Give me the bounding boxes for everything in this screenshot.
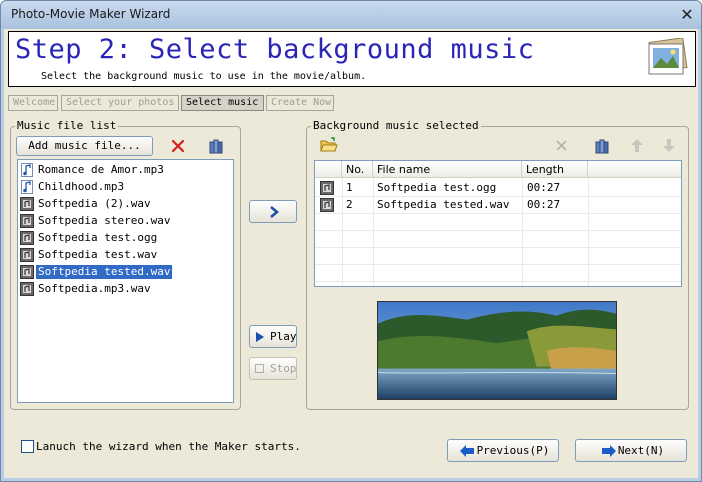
list-item[interactable]: Romance de Amor.mp3 bbox=[20, 162, 166, 178]
audio-file-icon bbox=[20, 265, 34, 279]
page-title: Step 2: Select background music bbox=[15, 34, 535, 65]
arrow-right-icon bbox=[270, 206, 279, 218]
music-file-list-label: Music file list bbox=[15, 119, 119, 132]
red-x-icon[interactable] bbox=[171, 139, 185, 153]
music-file-list[interactable]: Romance de Amor.mp3 Childhood.mp3 Softpedi… bbox=[17, 159, 234, 403]
close-icon[interactable]: ✕ bbox=[677, 5, 697, 25]
column-header-filler bbox=[588, 161, 681, 178]
move-up-icon bbox=[631, 139, 643, 152]
audio-file-icon bbox=[320, 198, 334, 212]
audio-file-icon bbox=[20, 248, 34, 262]
grid-line bbox=[315, 247, 681, 248]
list-item[interactable]: Softpedia test.ogg bbox=[20, 230, 159, 246]
list-item[interactable]: Softpedia.mp3.wav bbox=[20, 281, 153, 297]
file-name: Childhood.mp3 bbox=[38, 180, 125, 193]
grid-line bbox=[315, 213, 681, 214]
file-name: Romance de Amor.mp3 bbox=[38, 163, 164, 176]
column-header-file-name[interactable]: File name bbox=[373, 161, 522, 178]
list-item[interactable]: Softpedia (2).wav bbox=[20, 196, 153, 212]
audio-file-icon bbox=[20, 282, 34, 296]
open-folder-icon[interactable] bbox=[320, 137, 338, 153]
grid-line bbox=[315, 264, 681, 265]
grid-line bbox=[342, 178, 343, 286]
file-name: Softpedia test.wav bbox=[38, 248, 158, 261]
audio-file-icon bbox=[20, 231, 34, 245]
row-length: 00:27 bbox=[527, 181, 561, 194]
column-header-blank bbox=[315, 161, 342, 178]
file-name: Softpedia.mp3.wav bbox=[38, 282, 151, 295]
file-name: Softpedia stereo.wav bbox=[38, 214, 171, 227]
title-bar[interactable]: Photo-Movie Maker Wizard ✕ bbox=[1, 1, 701, 29]
previous-button[interactable]: Previous(P) bbox=[447, 439, 559, 462]
page-subtitle: Select the background music to use in th… bbox=[41, 71, 367, 82]
window-title: Photo-Movie Maker Wizard bbox=[11, 7, 171, 21]
grid-line bbox=[315, 281, 681, 282]
file-name: Softpedia (2).wav bbox=[38, 197, 151, 210]
row-number: 2 bbox=[346, 198, 353, 211]
grid-line bbox=[522, 178, 523, 286]
grid-line bbox=[373, 178, 374, 286]
photo-album-icon bbox=[648, 38, 688, 75]
audio-file-icon bbox=[20, 197, 34, 211]
move-down-icon bbox=[663, 139, 675, 152]
stop-label: Stop bbox=[270, 362, 297, 375]
row-number: 1 bbox=[346, 181, 353, 194]
stop-button: Stop bbox=[249, 357, 297, 380]
library-icon-right[interactable] bbox=[594, 138, 610, 154]
list-item[interactable]: Softpedia tested.wav bbox=[20, 264, 173, 280]
audio-file-icon bbox=[20, 214, 34, 228]
next-button[interactable]: Next(N) bbox=[575, 439, 687, 462]
music-note-icon bbox=[21, 180, 33, 194]
grid-line bbox=[315, 196, 681, 197]
add-to-selected-button[interactable] bbox=[249, 200, 297, 223]
next-label: Next(N) bbox=[617, 444, 665, 457]
launch-wizard-label[interactable]: Lanuch the wizard when the Maker starts. bbox=[36, 440, 301, 453]
list-item[interactable]: Softpedia stereo.wav bbox=[20, 213, 172, 229]
background-music-label: Background music selected bbox=[311, 119, 481, 132]
header-banner: Step 2: Select background music Select t… bbox=[8, 31, 696, 87]
play-icon bbox=[256, 332, 264, 342]
tab-select-music[interactable]: Select music bbox=[181, 95, 264, 111]
music-note-icon bbox=[21, 163, 33, 177]
landscape-preview-image bbox=[377, 301, 617, 400]
row-length: 00:27 bbox=[527, 198, 561, 211]
previous-label: Previous(P) bbox=[476, 444, 550, 457]
add-music-file-button[interactable]: Add music file... bbox=[16, 136, 153, 156]
column-header-no[interactable]: No. bbox=[342, 161, 373, 178]
grid-line bbox=[315, 230, 681, 231]
arrow-left-icon bbox=[460, 445, 474, 457]
launch-wizard-checkbox[interactable] bbox=[21, 440, 34, 453]
list-item[interactable]: Childhood.mp3 bbox=[20, 179, 126, 195]
stop-icon bbox=[255, 364, 264, 373]
grid-line bbox=[588, 178, 589, 286]
selected-music-table[interactable]: No. File name Length 1 Softpedia test.og… bbox=[314, 160, 682, 287]
library-icon[interactable] bbox=[208, 138, 224, 154]
row-file-name: Softpedia test.ogg bbox=[377, 181, 497, 194]
audio-file-icon bbox=[320, 181, 334, 195]
tab-select-photos[interactable]: Select your photos bbox=[61, 95, 179, 111]
arrow-right-icon bbox=[602, 445, 616, 457]
play-button[interactable]: Play bbox=[249, 325, 297, 348]
list-item[interactable]: Softpedia test.wav bbox=[20, 247, 159, 263]
column-header-length[interactable]: Length bbox=[522, 161, 588, 178]
file-name: Softpedia test.ogg bbox=[38, 231, 158, 244]
row-file-name: Softpedia tested.wav bbox=[377, 198, 510, 211]
play-label: Play bbox=[270, 330, 297, 343]
file-name: Softpedia tested.wav bbox=[36, 265, 173, 279]
tab-create-now[interactable]: Create Now bbox=[266, 95, 334, 111]
remove-disabled-icon bbox=[556, 140, 567, 151]
tab-welcome[interactable]: Welcome bbox=[8, 95, 58, 111]
